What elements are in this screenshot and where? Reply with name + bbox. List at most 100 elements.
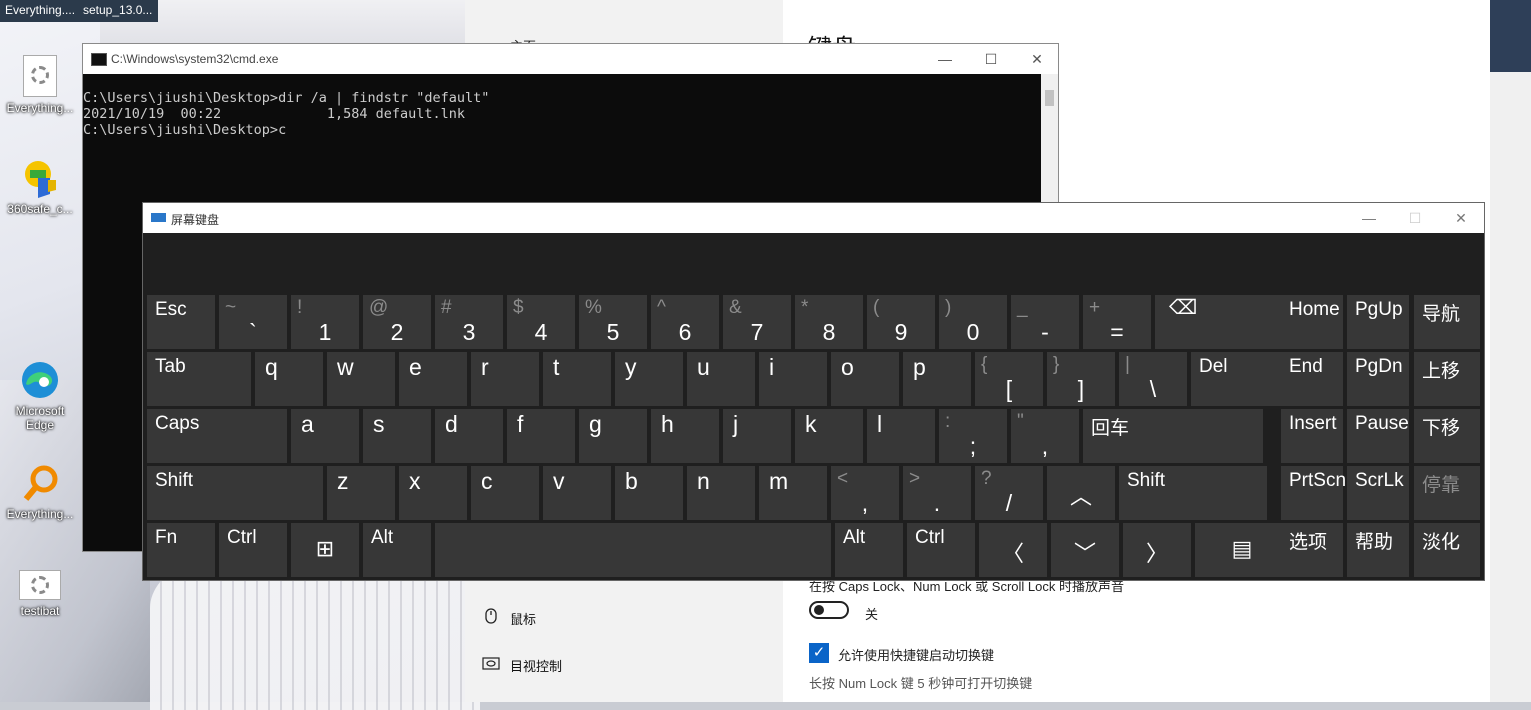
key-d[interactable]: d [435, 409, 503, 463]
key-z[interactable]: z [327, 466, 395, 520]
key-i[interactable]: i [759, 352, 827, 406]
key-l[interactable]: l [867, 409, 935, 463]
key-a[interactable]: a [291, 409, 359, 463]
desktop-icon-everything[interactable]: Everything... [2, 55, 78, 115]
key-backtick[interactable]: ~ ` [219, 295, 287, 349]
key-quote[interactable]: ", [1011, 409, 1079, 463]
key-minus[interactable]: _ - [1011, 295, 1079, 349]
key-win[interactable]: ⊞ [291, 523, 359, 577]
key-n[interactable]: n [687, 466, 755, 520]
key-right[interactable]: 〉 [1123, 523, 1191, 577]
key-k[interactable]: k [795, 409, 863, 463]
key-backspace[interactable]: ⌫ [1155, 295, 1285, 349]
key-prtscn[interactable]: PrtScn [1281, 466, 1346, 520]
taskbar-item-setup[interactable]: setup_13.0... [78, 0, 158, 22]
key-rctrl[interactable]: Ctrl [907, 523, 975, 577]
cmd-minimize-button[interactable]: — [922, 44, 968, 74]
key-m[interactable]: m [759, 466, 827, 520]
toggle-keys-sound-switch[interactable] [809, 601, 849, 619]
key-scrlk[interactable]: ScrLk [1347, 466, 1409, 520]
key-f[interactable]: f [507, 409, 575, 463]
desktop-icon-edge[interactable]: Microsoft Edge [2, 360, 78, 432]
key-8[interactable]: * 8 [795, 295, 863, 349]
key-o[interactable]: o [831, 352, 899, 406]
key-rshift[interactable]: Shift [1119, 466, 1267, 520]
key-u[interactable]: u [687, 352, 755, 406]
key-1[interactable]: ! 1 [291, 295, 359, 349]
shortcut-checkbox[interactable]: ✓ [809, 643, 829, 663]
key-rbracket[interactable]: }] [1047, 352, 1115, 406]
key-lshift[interactable]: Shift [147, 466, 323, 520]
key-3[interactable]: #3 [435, 295, 503, 349]
key-w[interactable]: w [327, 352, 395, 406]
key-p[interactable]: p [903, 352, 971, 406]
key-ralt[interactable]: Alt [835, 523, 903, 577]
key-pgup[interactable]: PgUp [1347, 295, 1409, 349]
key-del[interactable]: Del [1191, 352, 1285, 406]
key-x[interactable]: x [399, 466, 467, 520]
cmd-titlebar[interactable]: C:\Windows\system32\cmd.exe — ☐ ✕ [83, 44, 1058, 74]
key-lbracket[interactable]: {[ [975, 352, 1043, 406]
key-enter[interactable]: 回车 [1083, 409, 1263, 463]
settings-nav-eye-control[interactable]: 目视控制 [482, 656, 562, 675]
key-equals[interactable]: + = [1083, 295, 1151, 349]
key-backslash[interactable]: | \ [1119, 352, 1187, 406]
key-semicolon[interactable]: :; [939, 409, 1007, 463]
desktop-icon-360safe[interactable]: 360safe_c... [2, 158, 78, 216]
key-move-down[interactable]: 下移 [1414, 409, 1480, 463]
settings-nav-mouse[interactable]: 鼠标 [482, 608, 536, 628]
key-options[interactable]: 选项 [1281, 523, 1343, 577]
key-esc[interactable]: Esc [147, 295, 215, 349]
osk-close-button[interactable]: ✕ [1438, 203, 1484, 233]
key-2[interactable]: @2 [363, 295, 431, 349]
key-0[interactable]: ) 0 [939, 295, 1007, 349]
key-tab[interactable]: Tab [147, 352, 251, 406]
key-t[interactable]: t [543, 352, 611, 406]
osk-minimize-button[interactable]: — [1346, 203, 1392, 233]
key-move-up[interactable]: 上移 [1414, 352, 1480, 406]
key-7[interactable]: & 7 [723, 295, 791, 349]
key-left[interactable]: 〈 [979, 523, 1047, 577]
key-g[interactable]: g [579, 409, 647, 463]
key-pgdn[interactable]: PgDn [1347, 352, 1409, 406]
key-period[interactable]: >. [903, 466, 971, 520]
key-e[interactable]: e [399, 352, 467, 406]
key-end[interactable]: End [1281, 352, 1343, 406]
key-fn[interactable]: Fn [147, 523, 215, 577]
key-space[interactable] [435, 523, 831, 577]
key-y[interactable]: y [615, 352, 683, 406]
key-h[interactable]: h [651, 409, 719, 463]
key-5[interactable]: % 5 [579, 295, 647, 349]
key-j[interactable]: j [723, 409, 791, 463]
key-down[interactable]: ﹀ [1051, 523, 1119, 577]
key-4[interactable]: $4 [507, 295, 575, 349]
key-slash[interactable]: ? / [975, 466, 1043, 520]
key-insert[interactable]: Insert [1281, 409, 1343, 463]
key-r[interactable]: r [471, 352, 539, 406]
key-lalt[interactable]: Alt [363, 523, 431, 577]
key-b[interactable]: b [615, 466, 683, 520]
key-pause[interactable]: Pause [1347, 409, 1409, 463]
key-nav[interactable]: 导航 [1414, 295, 1480, 349]
osk-titlebar[interactable]: 屏幕键盘 — ☐ ✕ [143, 203, 1484, 233]
key-6[interactable]: ^ 6 [651, 295, 719, 349]
taskbar-item-everything[interactable]: Everything.... [0, 0, 78, 22]
desktop-icon-testibat[interactable]: testibat [2, 570, 78, 618]
scroll-thumb[interactable] [1045, 90, 1054, 106]
cmd-close-button[interactable]: ✕ [1014, 44, 1060, 74]
key-q[interactable]: q [255, 352, 323, 406]
key-home[interactable]: Home [1281, 295, 1343, 349]
key-caps[interactable]: Caps [147, 409, 287, 463]
key-comma[interactable]: <, [831, 466, 899, 520]
key-s[interactable]: s [363, 409, 431, 463]
cmd-maximize-button[interactable]: ☐ [968, 44, 1014, 74]
key-menu[interactable]: ▤ [1195, 523, 1289, 577]
key-up[interactable]: ︿ [1047, 466, 1115, 520]
key-c[interactable]: c [471, 466, 539, 520]
desktop-icon-everything-2[interactable]: Everything... [2, 463, 78, 521]
key-help[interactable]: 帮助 [1347, 523, 1409, 577]
key-fade[interactable]: 淡化 [1414, 523, 1480, 577]
key-v[interactable]: v [543, 466, 611, 520]
key-9[interactable]: (9 [867, 295, 935, 349]
key-lctrl[interactable]: Ctrl [219, 523, 287, 577]
